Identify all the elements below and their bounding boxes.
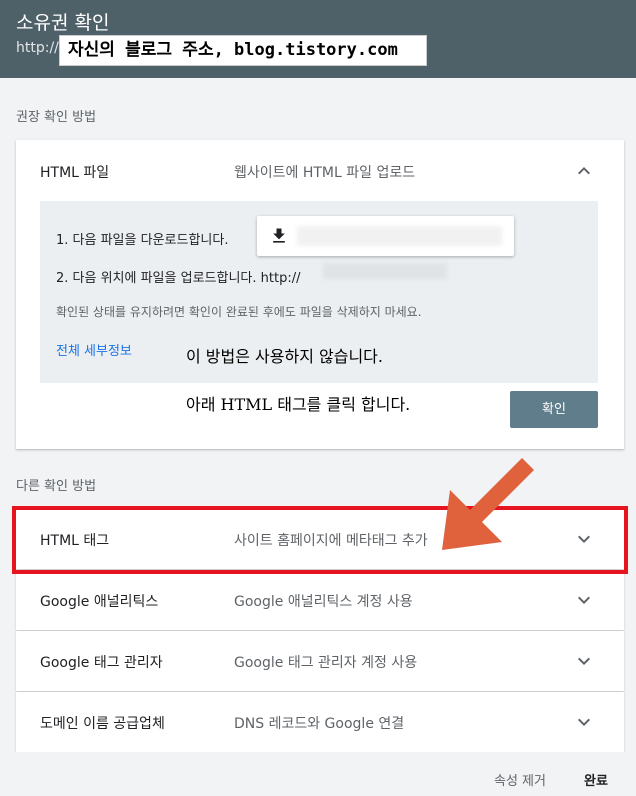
- chevron-down-icon[interactable]: [572, 649, 596, 673]
- method-row-google-analytics[interactable]: Google 애널리틱스 Google 애널리틱스 계정 사용: [16, 570, 624, 630]
- html-file-method-title[interactable]: HTML 파일: [40, 162, 109, 182]
- annotation-arrow-icon: [442, 458, 534, 550]
- property-url: http://: [16, 40, 59, 56]
- dialog-title: 소유권 확인: [16, 12, 110, 34]
- chevron-down-icon[interactable]: [572, 588, 596, 612]
- method-title: 도메인 이름 공급업체: [40, 716, 165, 732]
- html-file-method-description: 웹사이트에 HTML 파일 업로드: [234, 165, 416, 181]
- method-description: DNS 레코드와 Google 연결: [234, 716, 405, 732]
- done-button[interactable]: 완료: [584, 770, 608, 789]
- method-description: Google 애널리틱스 계정 사용: [234, 594, 413, 610]
- chevron-down-icon[interactable]: [572, 710, 596, 734]
- annotation-not-used-text: 이 방법은 사용하지 않습니다.: [186, 347, 383, 366]
- remove-property-button[interactable]: 속성 제거: [494, 770, 546, 789]
- annotation-click-tag-text: 아래 HTML 태그를 클릭 합니다.: [186, 395, 411, 414]
- method-title: HTML 태그: [40, 533, 110, 549]
- method-title: Google 태그 관리자: [40, 655, 163, 671]
- method-row-google-tag-manager[interactable]: Google 태그 관리자 Google 태그 관리자 계정 사용: [16, 631, 624, 691]
- download-file-button[interactable]: [257, 216, 514, 256]
- step-download: 1. 다음 파일을 다운로드합니다.: [56, 233, 229, 248]
- full-details-link[interactable]: 전체 세부정보: [56, 340, 132, 359]
- download-icon: [273, 228, 285, 243]
- method-row-domain-provider[interactable]: 도메인 이름 공급업체 DNS 레코드와 Google 연결: [16, 692, 624, 752]
- redacted-upload-url: [323, 263, 447, 279]
- method-description: Google 태그 관리자 계정 사용: [234, 655, 418, 671]
- annotation-overlay-label: 자신의 블로그 주소, blog.tistory.com: [59, 35, 427, 66]
- method-description: 사이트 홈페이지에 메타태그 추가: [234, 533, 428, 549]
- verify-button[interactable]: 확인: [510, 391, 598, 428]
- redacted-file-name: [297, 226, 502, 246]
- dialog-footer: 속성 제거 완료: [0, 752, 636, 796]
- step-upload: 2. 다음 위치에 파일을 업로드합니다. http://: [56, 271, 301, 286]
- keep-file-note: 확인된 상태를 유지하려면 확인이 완료된 후에도 파일을 삭제하지 마세요.: [56, 305, 422, 319]
- other-methods-section-label: 다른 확인 방법: [16, 479, 97, 494]
- dialog-header: 소유권 확인 http:// 자신의 블로그 주소, blog.tistory.…: [0, 0, 636, 78]
- html-file-method-card: HTML 파일 웹사이트에 HTML 파일 업로드 1. 다음 파일을 다운로드…: [16, 140, 624, 449]
- method-title: Google 애널리틱스: [40, 594, 159, 610]
- recommended-section-label: 권장 확인 방법: [16, 110, 97, 125]
- chevron-down-icon[interactable]: [572, 527, 596, 551]
- chevron-up-icon[interactable]: [572, 159, 596, 183]
